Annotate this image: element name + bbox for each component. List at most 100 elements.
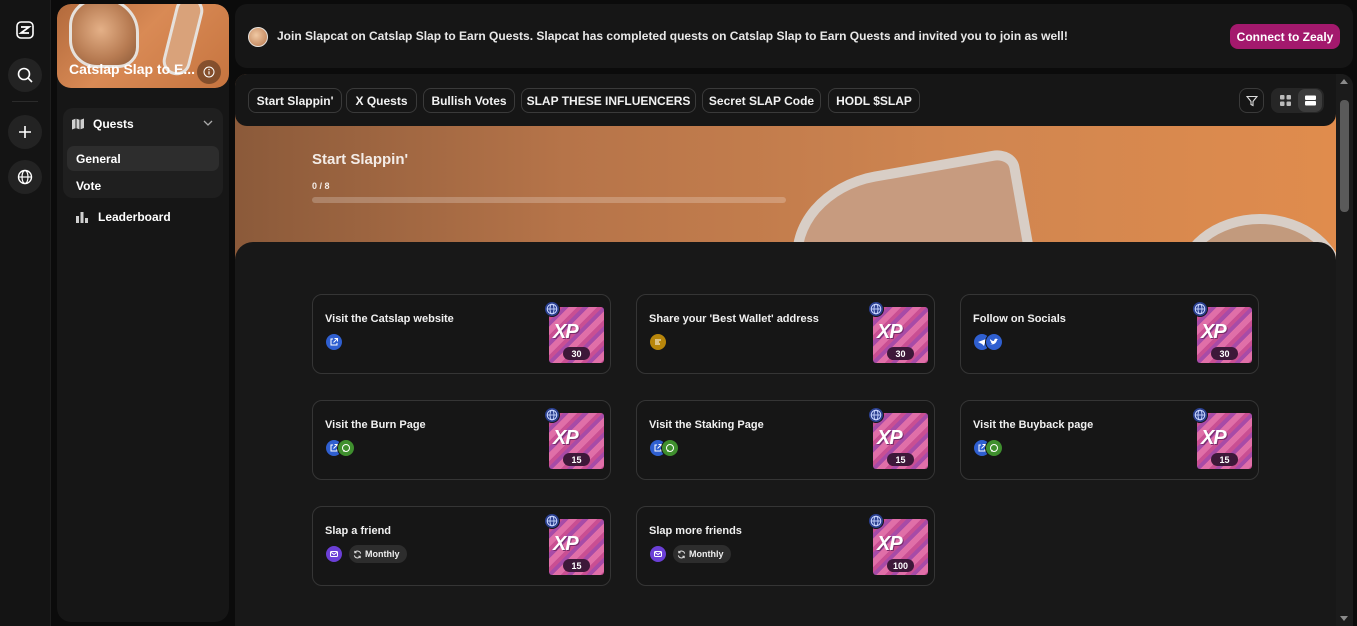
xp-reward-image: XP 30	[1197, 307, 1252, 363]
quest-task-badges	[325, 439, 355, 457]
inviter-avatar	[248, 27, 268, 47]
scroll-down-icon[interactable]	[1340, 616, 1348, 621]
quest-title: Visit the Catslap website	[325, 313, 454, 325]
invite-icon	[325, 545, 343, 563]
tab-secret-slap-code[interactable]: Secret SLAP Code	[702, 88, 821, 113]
globe-icon	[868, 407, 884, 423]
list-view-icon[interactable]	[1298, 89, 1322, 112]
tab-bullish-votes[interactable]: Bullish Votes	[423, 88, 515, 113]
quest-board: Start Slappin' X Quests Bullish Votes SL…	[235, 74, 1353, 626]
twitter-icon	[985, 333, 1003, 351]
xp-points: 15	[887, 453, 914, 466]
tab-x-quests[interactable]: X Quests	[346, 88, 417, 113]
connect-to-zealy-button[interactable]: Connect to Zealy	[1230, 24, 1340, 49]
quest-task-badges	[325, 333, 343, 351]
quest-title: Slap a friend	[325, 525, 392, 537]
quest-card[interactable]: Share your 'Best Wallet' address XP 30	[636, 294, 935, 374]
quest-task-badges	[973, 439, 1003, 457]
leaderboard-label: Leaderboard	[98, 210, 171, 224]
quest-task-badges: Monthly	[649, 545, 731, 563]
globe-icon	[1192, 301, 1208, 317]
sidebar-item-vote[interactable]: Vote	[67, 173, 219, 198]
scroll-up-icon[interactable]	[1340, 79, 1348, 84]
xp-reward-image: XP 15	[549, 519, 604, 575]
community-banner[interactable]: Catslap Slap to E...	[57, 4, 229, 88]
xp-points: 15	[563, 453, 590, 466]
globe-icon	[544, 301, 560, 317]
category-progress-bar	[312, 197, 786, 203]
explore-globe-icon[interactable]	[8, 160, 42, 194]
quests-toggle[interactable]: Quests	[71, 117, 134, 131]
quest-task-badges	[973, 333, 1003, 351]
tab-hodl-slap[interactable]: HODL $SLAP	[828, 88, 920, 113]
scrollbar[interactable]	[1336, 74, 1353, 626]
quest-task-badges: Monthly	[325, 545, 407, 563]
xp-label: XP	[877, 321, 903, 343]
xp-reward-image: XP 15	[549, 413, 604, 469]
refresh-icon	[677, 550, 686, 558]
sidebar-item-general[interactable]: General	[67, 146, 219, 171]
link-icon	[325, 333, 343, 351]
invite-banner: Join Slapcat on Catslap Slap to Earn Que…	[235, 4, 1353, 68]
quest-card[interactable]: Slap a friend Monthly XP 15	[312, 506, 611, 586]
category-progress-text: 0 / 8	[312, 181, 330, 191]
category-tabs: Start Slappin' X Quests Bullish Votes SL…	[235, 74, 1336, 126]
quest-card[interactable]: Follow on Socials XP 30	[960, 294, 1259, 374]
xp-points: 15	[1211, 453, 1238, 466]
xp-label: XP	[553, 533, 579, 555]
zealy-logo-icon[interactable]	[8, 13, 42, 47]
chat-icon	[337, 439, 355, 457]
grid-view-icon[interactable]	[1273, 89, 1297, 112]
quests-label: Quests	[93, 117, 134, 131]
community-name: Catslap Slap to E...	[69, 61, 196, 77]
quests-panel: Visit the Catslap website XP 30 Share your …	[235, 242, 1336, 626]
recurrence-label: Monthly	[365, 549, 400, 559]
scroll-thumb[interactable]	[1340, 100, 1349, 212]
invite-text: Join Slapcat on Catslap Slap to Earn Que…	[277, 29, 1068, 43]
tab-slap-these-influencers[interactable]: SLAP THESE INFLUENCERS	[521, 88, 696, 113]
quest-task-badges	[649, 333, 667, 351]
quest-task-badges	[649, 439, 679, 457]
xp-label: XP	[877, 427, 903, 449]
chat-icon	[661, 439, 679, 457]
recurrence-badge: Monthly	[349, 545, 407, 563]
quest-card[interactable]: Slap more friends Monthly XP 100	[636, 506, 935, 586]
quest-title: Visit the Buyback page	[973, 419, 1094, 431]
app-rail	[0, 0, 51, 626]
search-icon[interactable]	[8, 58, 42, 92]
refresh-icon	[353, 550, 362, 558]
tab-start-slappin[interactable]: Start Slappin'	[248, 88, 342, 113]
view-toggle	[1271, 88, 1324, 113]
community-sidebar: Catslap Slap to E... Quests General Vote…	[57, 4, 229, 622]
add-community-icon[interactable]	[8, 115, 42, 149]
filter-icon[interactable]	[1239, 88, 1264, 113]
text-icon	[649, 333, 667, 351]
recurrence-badge: Monthly	[673, 545, 731, 563]
sidebar-item-leaderboard[interactable]: Leaderboard	[75, 210, 171, 224]
quest-title: Visit the Staking Page	[649, 419, 764, 431]
quest-title: Follow on Socials	[973, 313, 1066, 325]
quest-title: Slap more friends	[649, 525, 742, 537]
globe-icon	[544, 513, 560, 529]
xp-reward-image: XP 15	[1197, 413, 1252, 469]
quest-card[interactable]: Visit the Buyback page XP 15	[960, 400, 1259, 480]
xp-label: XP	[877, 533, 903, 555]
invite-icon	[649, 545, 667, 563]
info-icon[interactable]	[197, 60, 221, 84]
quest-card[interactable]: Visit the Catslap website XP 30	[312, 294, 611, 374]
map-icon	[72, 118, 84, 130]
xp-reward-image: XP 100	[873, 519, 928, 575]
globe-icon	[544, 407, 560, 423]
chevron-down-icon[interactable]	[203, 120, 213, 126]
xp-reward-image: XP 15	[873, 413, 928, 469]
quest-card[interactable]: Visit the Staking Page XP 15	[636, 400, 935, 480]
quest-title: Share your 'Best Wallet' address	[649, 313, 819, 325]
xp-reward-image: XP 30	[873, 307, 928, 363]
xp-points: 30	[887, 347, 914, 360]
xp-label: XP	[553, 427, 579, 449]
quest-card[interactable]: Visit the Burn Page XP 15	[312, 400, 611, 480]
chat-icon	[985, 439, 1003, 457]
quests-group: Quests General Vote	[63, 108, 223, 198]
rail-divider	[12, 101, 38, 102]
xp-points: 100	[887, 559, 914, 572]
